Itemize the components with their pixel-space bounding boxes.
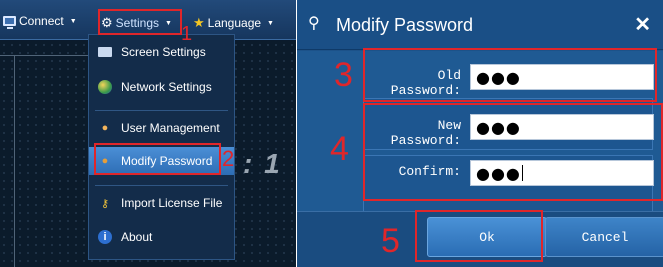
menu-item-label: Screen Settings bbox=[121, 45, 206, 59]
highlight-box-new-password bbox=[363, 103, 663, 201]
modify-password-dialog: ⚲ Modify Password ✕ Old Password: ●●● Ne… bbox=[297, 0, 663, 267]
menu-item-label: User Management bbox=[121, 121, 220, 135]
chevron-down-icon: ▼ bbox=[267, 19, 274, 27]
close-icon[interactable]: ✕ bbox=[634, 12, 651, 37]
info-icon: i bbox=[98, 230, 112, 244]
chevron-down-icon: ▼ bbox=[69, 17, 77, 25]
monitor-icon bbox=[3, 16, 16, 29]
left-panel: Connect ▼ ⚙ Settings ▼ ★ Language ▼ : 1 … bbox=[0, 0, 296, 267]
star-icon: ★ bbox=[193, 15, 205, 30]
key-icon: ⚷ bbox=[100, 197, 110, 210]
menu-item-label: Network Settings bbox=[121, 80, 212, 94]
step-number-3: 3 bbox=[334, 56, 353, 94]
menu-item-import-license[interactable]: ⚷ Import License File bbox=[89, 189, 234, 217]
language-menu[interactable]: ★ Language ▼ bbox=[193, 13, 274, 33]
highlight-box-settings bbox=[98, 9, 182, 35]
highlight-box-old-password bbox=[363, 48, 657, 102]
dialog-title: Modify Password bbox=[336, 15, 474, 35]
grid-line bbox=[14, 55, 15, 267]
menu-item-user-management[interactable]: ● User Management bbox=[89, 114, 234, 142]
key-icon: ⚲ bbox=[308, 15, 320, 32]
cancel-button[interactable]: Cancel bbox=[545, 217, 663, 257]
menu-item-about[interactable]: i About bbox=[89, 223, 234, 251]
connect-menu[interactable]: Connect ▼ bbox=[3, 11, 77, 31]
network-globe-icon bbox=[98, 80, 112, 94]
menu-item-label: Import License File bbox=[121, 196, 223, 210]
highlight-box-modify-password bbox=[94, 143, 221, 175]
connect-menu-label: Connect bbox=[19, 14, 64, 28]
dialog-title-bar: ⚲ Modify Password ✕ bbox=[297, 0, 663, 50]
monitor-icon bbox=[98, 47, 112, 57]
step-number-5: 5 bbox=[381, 222, 400, 260]
menu-divider bbox=[95, 110, 228, 111]
step-number-4: 4 bbox=[330, 130, 349, 168]
aspect-ratio-text: : 1 bbox=[243, 148, 282, 179]
menu-item-network-settings[interactable]: Network Settings bbox=[89, 73, 234, 101]
menu-item-label: About bbox=[121, 230, 153, 244]
user-icon: ● bbox=[101, 122, 109, 134]
highlight-box-ok-button bbox=[415, 210, 543, 262]
language-menu-label: Language bbox=[207, 16, 262, 30]
menu-divider bbox=[95, 185, 228, 186]
menu-item-screen-settings[interactable]: Screen Settings bbox=[89, 38, 234, 66]
step-number-2: 2 bbox=[222, 146, 235, 171]
step-number-1: 1 bbox=[181, 23, 193, 45]
